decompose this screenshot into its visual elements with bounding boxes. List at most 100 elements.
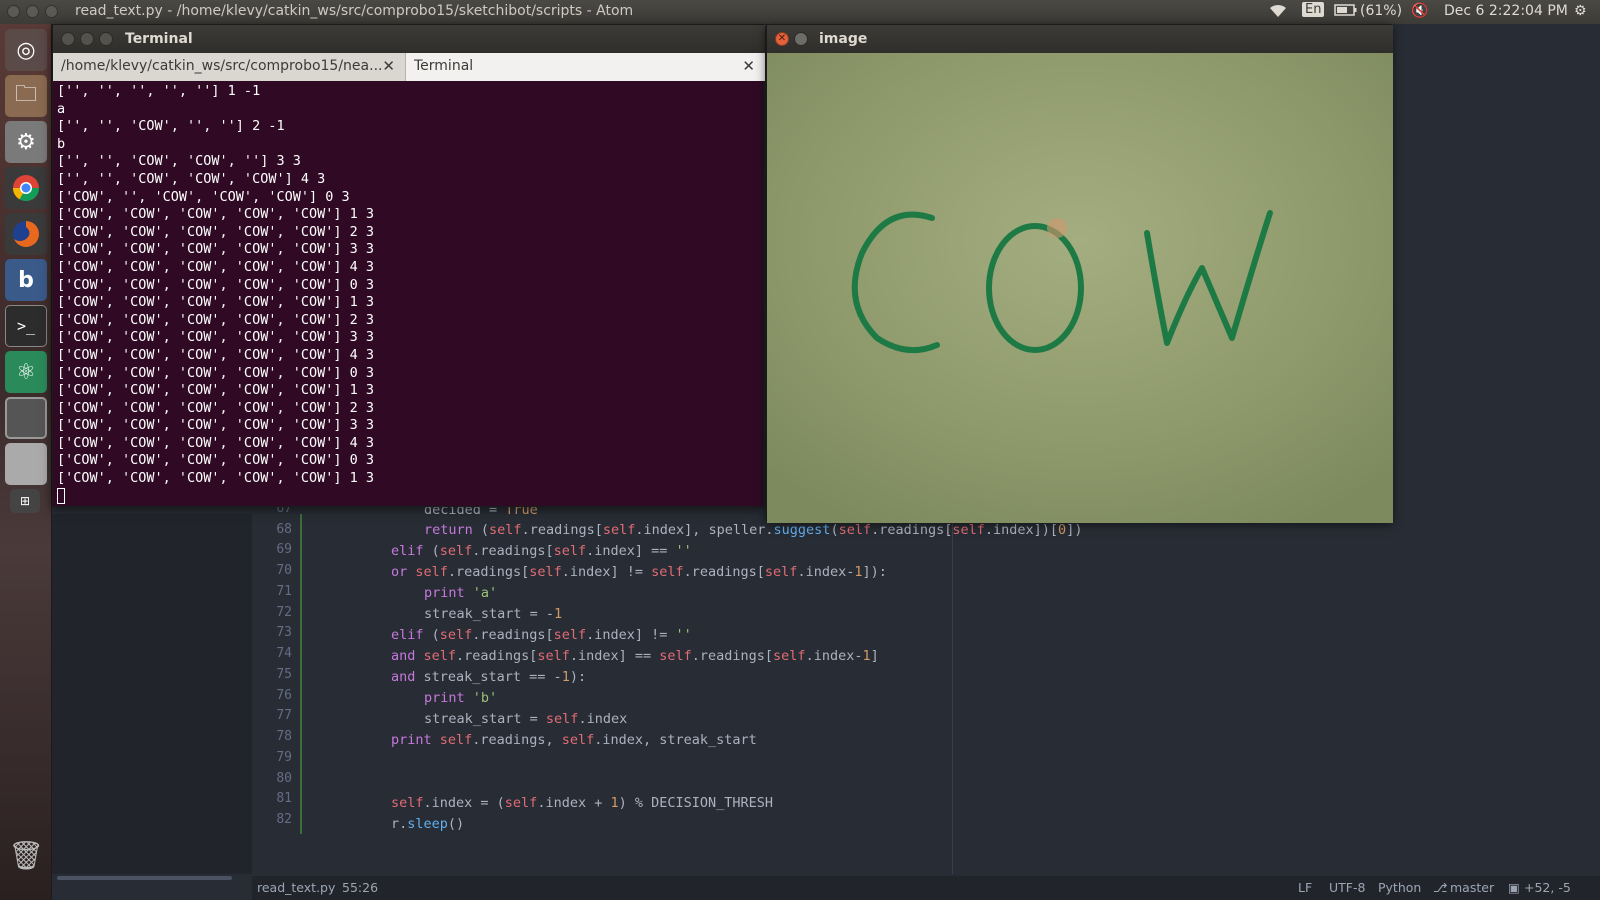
files-icon[interactable]: 🗀 [5,75,47,117]
code-line-71[interactable]: streak_start = -1 [424,606,562,622]
line-number: 69 [276,542,292,558]
terminal-line: ['COW', 'COW', 'COW', 'COW', 'COW'] 0 3 [57,452,374,469]
code-line-76[interactable]: streak_start = self.index [424,711,627,727]
status-bar: read_text.py 55:26 LF UTF-8 Python ⎇ mas… [252,876,1600,900]
tree-view-panel[interactable] [52,514,252,874]
line-number: 76 [276,687,292,703]
terminal-cursor [57,487,757,507]
code-line-77[interactable]: print self.readings, self.index, streak_… [391,732,757,748]
code-line-73[interactable]: and self.readings[self.index] == self.re… [391,648,879,664]
terminal-tab-2[interactable]: Terminal ✕ [405,53,765,81]
status-branch[interactable]: master [1450,880,1494,895]
line-number: 80 [276,770,292,786]
status-encoding[interactable]: UTF-8 [1329,880,1365,895]
workspace-icon[interactable] [5,397,47,439]
code-line-75[interactable]: print 'b' [424,690,497,706]
bookmarks-icon[interactable]: b [5,259,47,301]
terminal-titlebar[interactable]: Terminal [53,25,765,53]
terminal-line: ['', '', 'COW', 'COW', ''] 3 3 [57,153,301,170]
terminal-line: ['COW', 'COW', 'COW', 'COW', 'COW'] 1 3 [57,206,374,223]
status-grammar[interactable]: Python [1378,880,1421,895]
workspaces-icon[interactable]: ⊞ [10,489,40,513]
terminal-line: ['COW', 'COW', 'COW', 'COW', 'COW'] 1 3 [57,294,374,311]
terminal-title: Terminal [125,31,193,47]
terminal-line: ['', '', 'COW', '', ''] 2 -1 [57,118,285,135]
git-diff-icon: ▣ [1508,880,1520,895]
volume-muted-icon[interactable]: 🔇 [1411,3,1428,19]
camera-image [767,53,1393,523]
terminal-tabs: /home/klevy/catkin_ws/src/comprobo15/nea… [53,53,765,81]
code-line-67[interactable]: return (self.readings[self.index], spell… [424,522,1082,538]
terminal-maximize-icon[interactable] [99,32,113,46]
tab-close-icon[interactable]: ✕ [382,57,395,75]
clock[interactable]: Dec 6 2:22:04 PM [1444,3,1568,19]
dash-home-icon[interactable]: ◎ [5,29,47,71]
window-title: read_text.py - /home/klevy/catkin_ws/src… [75,3,634,19]
line-number: 81 [276,791,292,807]
code-line-72[interactable]: elif (self.readings[self.index] != '' [391,627,692,643]
git-branch-icon: ⎇ [1433,880,1448,895]
terminal-line: ['COW', 'COW', 'COW', 'COW', 'COW'] 0 3 [57,364,374,381]
terminal-line: b [57,135,66,152]
code-line-81[interactable]: r.sleep() [391,816,464,832]
keyboard-layout[interactable]: En [1302,2,1325,17]
status-line-ending[interactable]: LF [1298,880,1312,895]
terminal-icon[interactable]: >_ [5,305,47,347]
terminal-line: ['', '', 'COW', 'COW', 'COW'] 4 3 [57,170,326,187]
status-cursor-position[interactable]: 55:26 [342,880,378,895]
terminal-line: ['COW', 'COW', 'COW', 'COW', 'COW'] 2 3 [57,311,374,328]
trash-icon[interactable]: 🗑 [5,834,47,876]
terminal-line: ['COW', 'COW', 'COW', 'COW', 'COW'] 4 3 [57,346,374,363]
atom-icon[interactable]: ⚛ [5,351,47,393]
line-number: 71 [276,583,292,599]
terminal-line: ['COW', '', 'COW', 'COW', 'COW'] 0 3 [57,188,350,205]
terminal-line: ['COW', 'COW', 'COW', 'COW', 'COW'] 3 3 [57,241,374,258]
image-title: image [819,31,868,47]
wrap-guide [952,514,953,874]
horizontal-scrollbar[interactable] [57,876,232,880]
settings-icon[interactable]: ⚙ [5,121,47,163]
maximize-icon[interactable] [45,5,58,18]
status-diff[interactable]: +52, -5 [1524,880,1571,895]
line-number: 73 [276,625,292,641]
terminal-line: ['COW', 'COW', 'COW', 'COW', 'COW'] 3 3 [57,417,374,434]
image-titlebar[interactable]: ✕ image [767,25,1393,53]
code-line-80[interactable]: self.index = (self.index + 1) % DECISION… [391,795,773,811]
line-number: 82 [276,812,292,827]
close-icon[interactable] [7,5,20,18]
terminal-minimize-icon[interactable] [80,32,94,46]
terminal-line: ['COW', 'COW', 'COW', 'COW', 'COW'] 2 3 [57,223,374,240]
code-line-70[interactable]: print 'a' [424,585,497,601]
line-number: 70 [276,563,292,578]
code-line-74[interactable]: and streak_start == -1): [391,669,586,685]
line-number: 75 [276,666,292,682]
firefox-icon[interactable] [5,213,47,255]
line-number: 68 [276,521,292,537]
line-number: 78 [276,729,292,744]
terminal-line: ['COW', 'COW', 'COW', 'COW', 'COW'] 1 3 [57,382,374,399]
wifi-icon[interactable] [1268,3,1288,23]
terminal-output[interactable]: ['', '', '', '', ''] 1 -1 a ['', '', 'COW'… [57,83,757,507]
minimize-icon[interactable] [26,5,39,18]
terminal-line: ['', '', '', '', ''] 1 -1 [57,83,261,99]
terminal-close-icon[interactable] [61,32,75,46]
desktop: 6667686970717273747576777879808182 decid… [0,0,1600,900]
terminal-line: ['COW', 'COW', 'COW', 'COW', 'COW'] 1 3 [57,470,374,487]
terminal-window: Terminal /home/klevy/catkin_ws/src/compr… [52,24,765,507]
line-number: 72 [276,604,292,620]
launcher: ◎ 🗀 ⚙ b >_ ⚛ ⊞ 🗑 [0,24,52,900]
drive-icon[interactable] [5,443,47,485]
chrome-icon[interactable] [5,167,47,209]
line-number: 74 [276,646,292,661]
system-gear-icon[interactable]: ⚙ [1574,3,1587,19]
terminal-tab-1[interactable]: /home/klevy/catkin_ws/src/comprobo15/nea… [53,53,405,81]
code-line-69[interactable]: or self.readings[self.index] != self.rea… [391,564,887,580]
battery-percentage[interactable]: (61%) [1360,3,1402,19]
status-file[interactable]: read_text.py [257,880,335,895]
tab-close-icon[interactable]: ✕ [742,57,755,75]
image-close-icon[interactable]: ✕ [775,32,789,46]
image-minimize-icon[interactable] [794,32,808,46]
terminal-line: a [57,100,66,117]
battery-icon[interactable] [1334,3,1358,21]
code-line-68[interactable]: elif (self.readings[self.index] == '' [391,543,692,559]
